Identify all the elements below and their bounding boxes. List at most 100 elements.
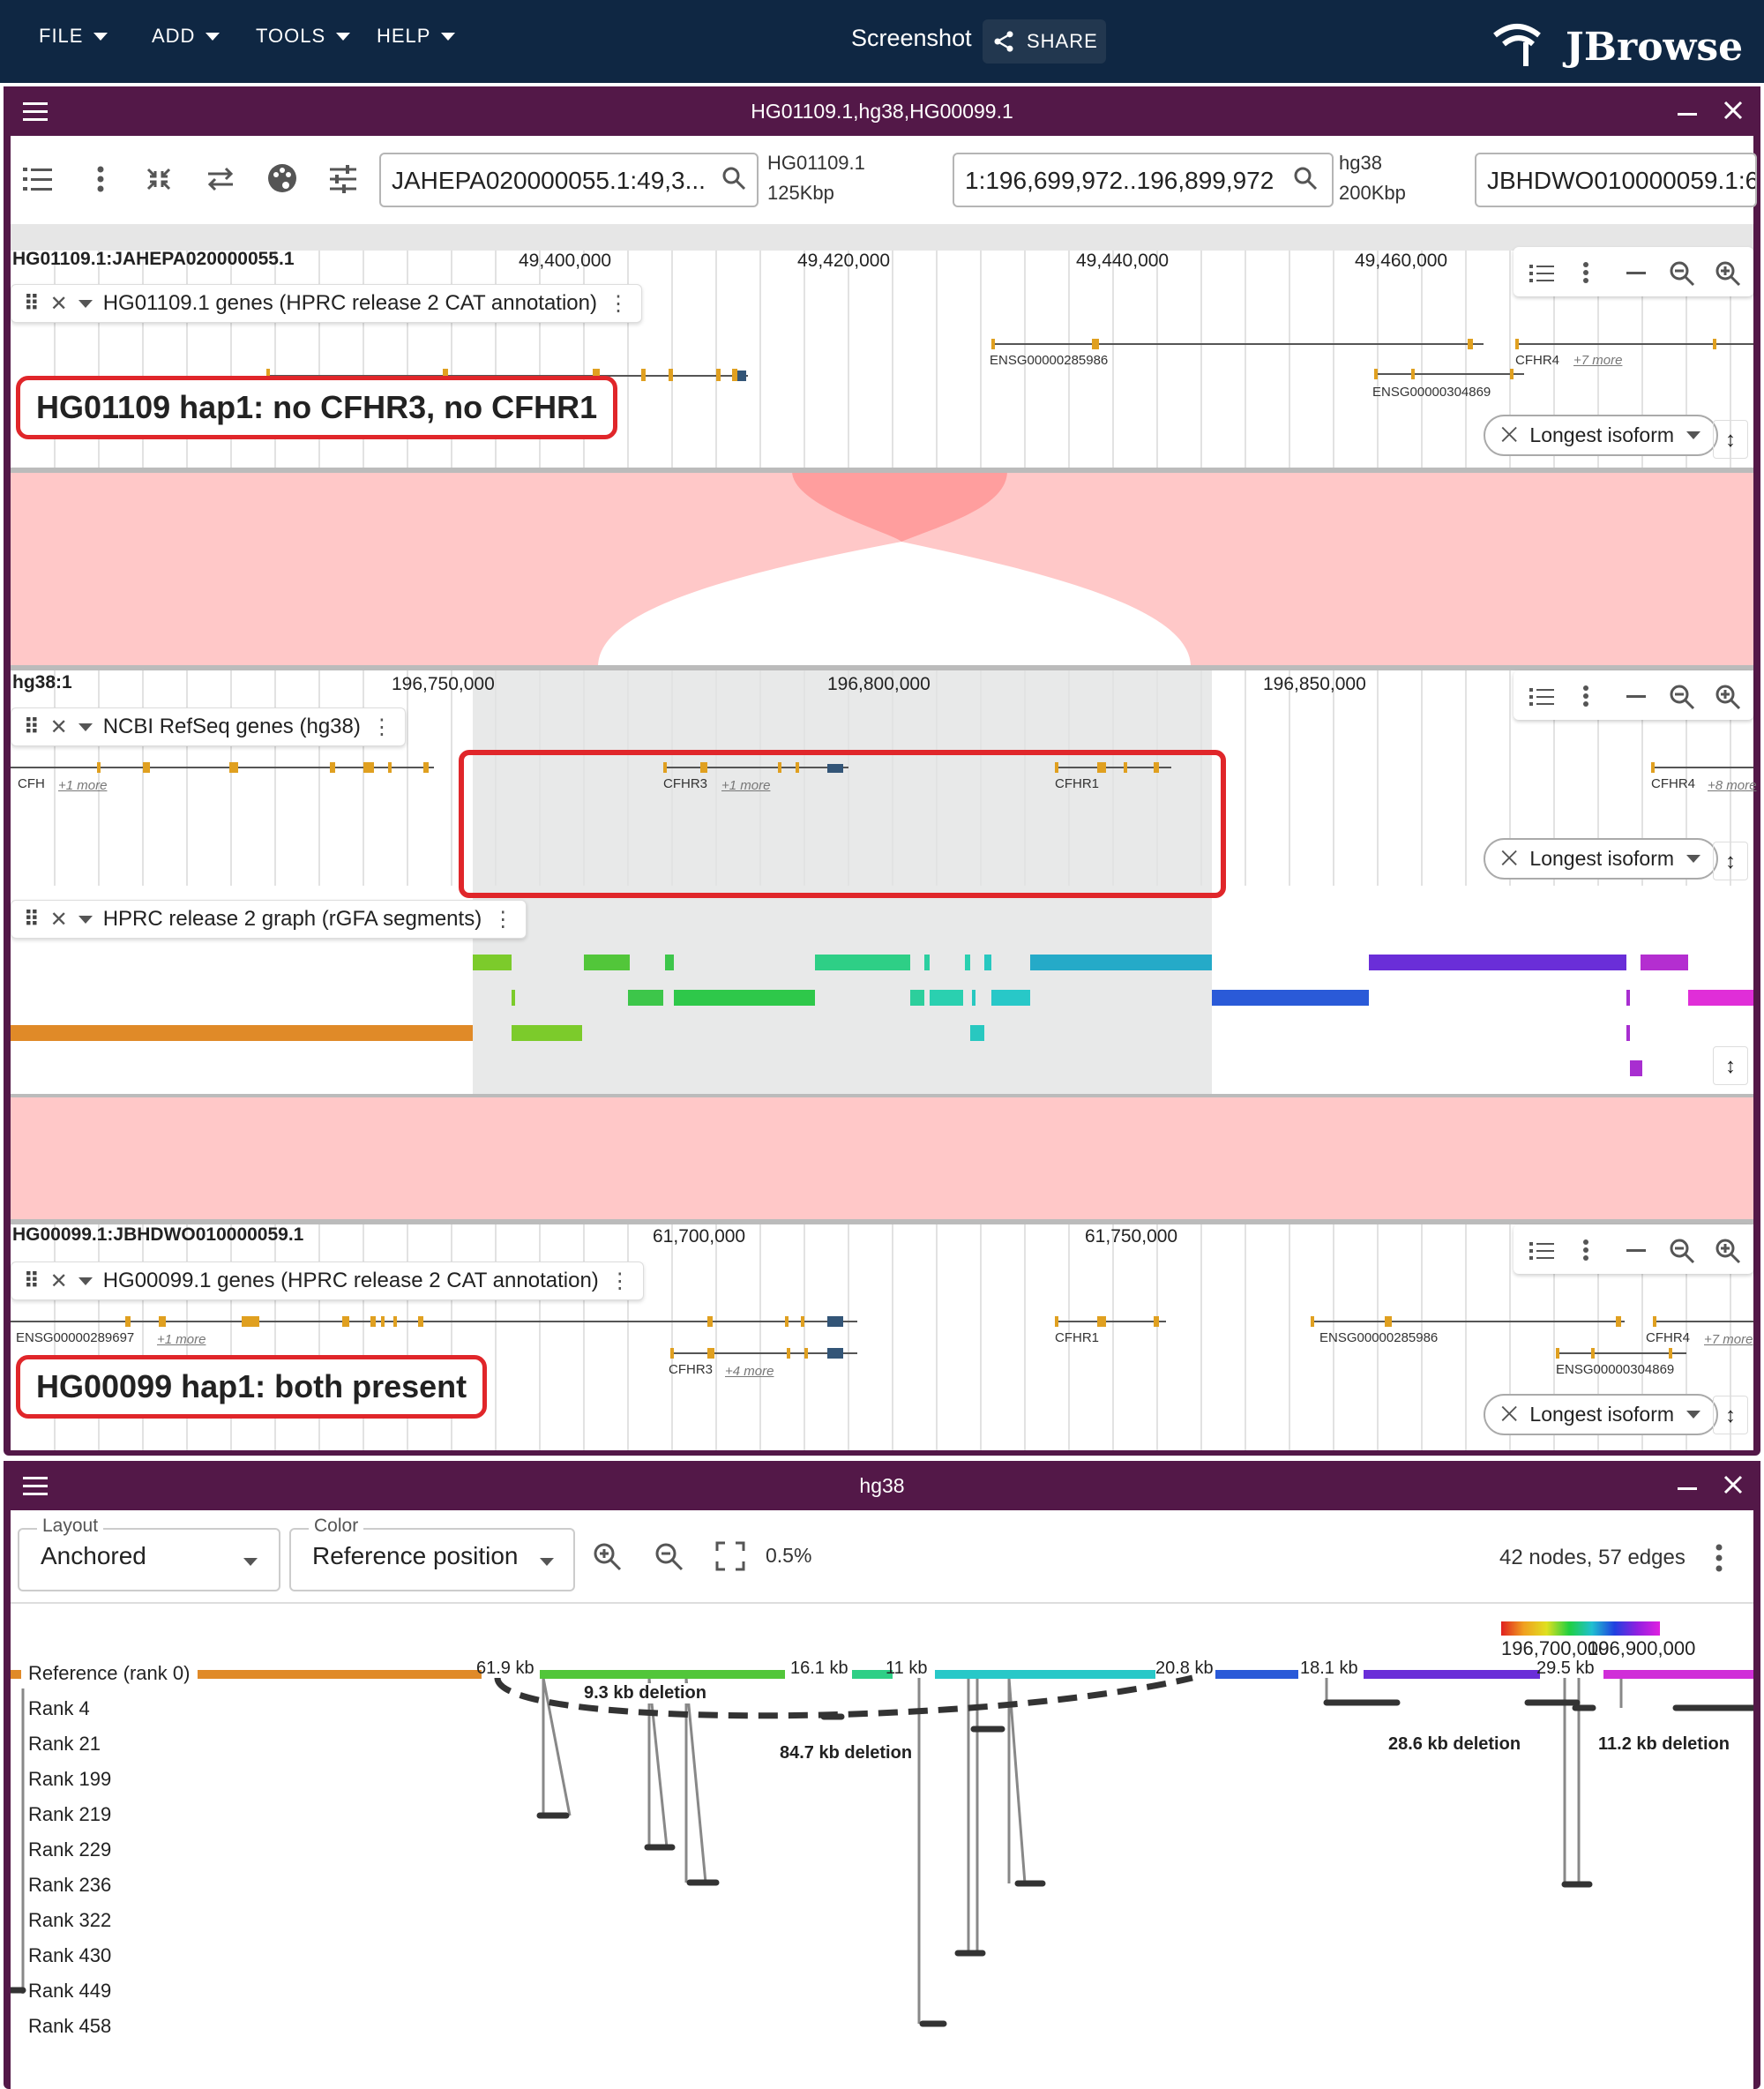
track-list-icon[interactable] — [23, 166, 53, 192]
search-icon[interactable] — [1293, 166, 1318, 191]
more-link[interactable]: +1 more — [157, 1332, 206, 1347]
rank-label: Rank 199 — [28, 1768, 112, 1790]
deletion-label: 11.2 kb deletion — [1598, 1734, 1730, 1755]
tune-icon[interactable] — [328, 164, 358, 194]
more-link[interactable]: +8 more — [1708, 778, 1756, 793]
synteny-ribbon-top — [11, 471, 1753, 667]
ruler-tick: 49,460,000 — [1355, 251, 1448, 271]
gene-label: ENSG00000304869 — [1372, 385, 1491, 400]
ruler-tick: 61,750,000 — [1085, 1226, 1178, 1247]
row2-controls — [1514, 670, 1753, 720]
segment-label: 16.1 kb — [790, 1658, 848, 1678]
ruler-tick: 196,800,000 — [827, 674, 931, 694]
deletion-label: 9.3 kb deletion — [584, 1683, 706, 1703]
track-header-refseq: ⠿ ✕ NCBI RefSeq genes (hg38) ⋮ — [11, 708, 406, 746]
add-menu[interactable]: ADD — [152, 25, 220, 48]
more-vert-icon[interactable] — [95, 166, 106, 192]
isoform-dropdown[interactable]: ⨉ Longest isoform — [1484, 415, 1719, 456]
close-icon[interactable] — [1723, 1475, 1743, 1494]
caret-down-icon[interactable] — [78, 723, 93, 731]
legend-max: 196,900,000 — [1588, 1637, 1696, 1659]
minimize-icon[interactable] — [1678, 1487, 1697, 1490]
zoom-in-icon[interactable] — [593, 1542, 623, 1572]
caret-down-icon — [93, 32, 108, 41]
location-search-3[interactable]: JBHDWO010000059.1:6 — [1475, 153, 1757, 207]
deletion-label: 84.7 kb deletion — [780, 1743, 913, 1763]
row1-controls — [1514, 247, 1753, 296]
caret-down-icon — [441, 32, 456, 41]
gene-label: ENSG00000285986 — [1319, 1330, 1439, 1345]
fit-screen-icon[interactable] — [714, 1540, 746, 1572]
rank-label: Rank 219 — [28, 1803, 112, 1825]
track-header-graph: ⠿ ✕ HPRC release 2 graph (rGFA segments) ⋮ — [11, 900, 527, 939]
more-link[interactable]: +1 more — [58, 778, 107, 793]
caret-down-icon — [206, 32, 220, 41]
resize-height-icon[interactable]: ↕ — [1713, 842, 1748, 880]
row1-label: HG01109.1:JAHEPA020000055.1 — [12, 249, 295, 269]
share-button[interactable]: SHARE — [983, 19, 1106, 64]
divider — [11, 468, 1753, 473]
location-search-2[interactable]: 1:196,699,972..196,899,972 — [953, 153, 1334, 207]
zoom-out-icon[interactable] — [654, 1542, 684, 1572]
swap-icon[interactable] — [206, 166, 235, 192]
gene-label: ENSG00000285986 — [990, 353, 1109, 368]
tools-menu[interactable]: TOOLS — [256, 25, 351, 48]
gene-label: ENSG00000289697 — [16, 1330, 135, 1345]
caret-down-icon[interactable] — [78, 1277, 93, 1285]
caret-down-icon[interactable] — [78, 299, 93, 308]
close-track-icon[interactable]: ✕ — [50, 907, 68, 932]
row3-controls — [1514, 1224, 1753, 1274]
segment-label: 11 kb — [886, 1658, 928, 1678]
caret-down-icon — [1686, 1411, 1701, 1419]
resize-height-icon[interactable]: ↕ — [1713, 1046, 1748, 1085]
color-select[interactable]: Color Reference position — [289, 1516, 575, 1591]
resize-height-icon[interactable]: ↕ — [1713, 1396, 1748, 1434]
close-icon[interactable] — [1723, 101, 1743, 120]
more-vert-icon[interactable]: ⋮ — [371, 715, 392, 740]
row3-label: HG00099.1:JBHDWO010000059.1 — [12, 1224, 304, 1245]
help-menu[interactable]: HELP — [377, 25, 456, 48]
more-link[interactable]: +4 more — [725, 1364, 774, 1379]
ruler-tick: 49,420,000 — [797, 251, 891, 271]
drag-handle-icon[interactable]: ⠿ — [24, 907, 40, 932]
more-vert-icon[interactable] — [1713, 1544, 1725, 1572]
ruler-tick: 61,700,000 — [653, 1226, 746, 1247]
size-1: 125Kbp — [767, 182, 834, 204]
track-header-row3: ⠿ ✕ HG00099.1 genes (HPRC release 2 CAT a… — [11, 1262, 644, 1300]
rank-label: Rank 4 — [28, 1697, 90, 1719]
close-track-icon[interactable]: ✕ — [50, 715, 68, 740]
resize-height-icon[interactable]: ↕ — [1713, 420, 1748, 459]
drag-handle-icon[interactable]: ⠿ — [24, 1269, 40, 1294]
share-icon — [994, 31, 1013, 52]
more-link[interactable]: +7 more — [1704, 1332, 1753, 1347]
caret-down-icon — [1686, 431, 1701, 439]
more-vert-icon[interactable]: ⋮ — [608, 291, 629, 317]
search-icon[interactable] — [721, 166, 746, 191]
drag-handle-icon[interactable]: ⠿ — [24, 291, 40, 317]
app-bar: FILE ADD TOOLS HELP Screenshot SHARE JBr… — [0, 0, 1764, 83]
more-link[interactable]: +7 more — [1573, 353, 1622, 368]
zoom-level: 0.5% — [766, 1544, 812, 1567]
more-vert-icon[interactable]: ⋮ — [492, 907, 513, 932]
location-search-1[interactable]: JAHEPA020000055.1:49,3... — [379, 153, 759, 207]
caret-down-icon — [1686, 855, 1701, 863]
caret-down-icon[interactable] — [78, 915, 93, 924]
gene-label: ENSG00000304869 — [1556, 1362, 1675, 1377]
minimize-icon[interactable] — [1678, 113, 1697, 116]
collapse-icon[interactable] — [145, 166, 173, 192]
more-vert-icon[interactable]: ⋮ — [609, 1269, 631, 1294]
hamburger-menu-icon[interactable] — [23, 101, 49, 122]
jbrowse-logo-icon — [1493, 24, 1541, 66]
layout-select[interactable]: Layout Anchored — [18, 1516, 280, 1591]
drag-handle-icon[interactable]: ⠿ — [24, 715, 40, 740]
isoform-dropdown[interactable]: ⨉ Longest isoform — [1484, 838, 1719, 880]
palette-icon[interactable] — [266, 162, 298, 194]
close-track-icon[interactable]: ✕ — [50, 1269, 68, 1294]
file-menu[interactable]: FILE — [39, 25, 108, 48]
segment-label: 20.8 kb — [1155, 1658, 1214, 1678]
close-track-icon[interactable]: ✕ — [50, 291, 68, 317]
view2-title: hg38 — [859, 1473, 905, 1497]
hamburger-menu-icon[interactable] — [23, 1475, 49, 1496]
isoform-dropdown[interactable]: ⨉ Longest isoform — [1484, 1394, 1719, 1435]
gene-label: CFHR1 — [1055, 1330, 1100, 1345]
